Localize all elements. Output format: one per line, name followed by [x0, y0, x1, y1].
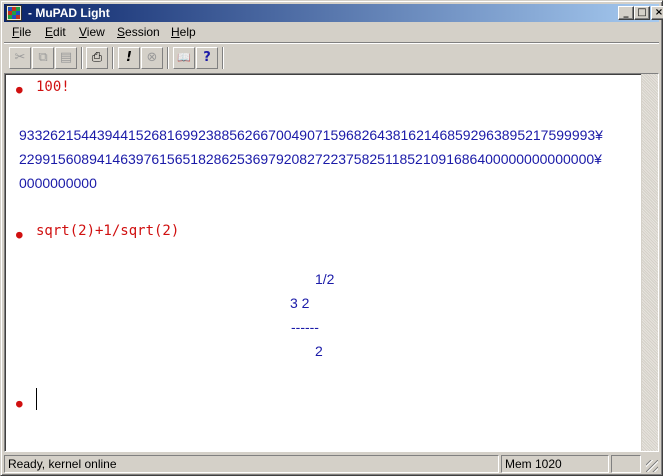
menu-file[interactable]: File	[12, 24, 31, 40]
fraction-bar: ------	[291, 319, 319, 335]
input-bullet-icon: ●	[16, 397, 23, 410]
close-icon: ×	[654, 7, 663, 18]
evaluate-button[interactable]: !	[118, 47, 140, 69]
toolbar: ✂ ⧉ ▤ ⎙ ! ⊗ 📖 ?	[4, 44, 659, 72]
close-button[interactable]: ×	[651, 6, 663, 20]
paste-button[interactable]: ▤	[55, 47, 77, 69]
minimize-button[interactable]: _	[618, 6, 634, 20]
notebook-area[interactable]: ● 100! 933262154439441526816992388562667…	[4, 73, 659, 452]
menu-help[interactable]: Help	[171, 24, 196, 40]
mupad-app-icon[interactable]	[6, 5, 22, 21]
input-bullet-icon: ●	[16, 83, 23, 96]
toolbar-divider	[167, 47, 169, 69]
cut-icon: ✂	[14, 50, 26, 65]
help-search-icon: ?	[203, 50, 211, 65]
fraction-exponent: 1/2	[315, 271, 335, 287]
stop-icon: ⊗	[146, 50, 158, 65]
toolbar-divider	[222, 47, 224, 69]
menu-edit[interactable]: Edit	[45, 24, 66, 40]
fraction-denominator: 2	[315, 343, 323, 359]
cut-button[interactable]: ✂	[9, 47, 31, 69]
menu-session[interactable]: Session	[117, 24, 160, 40]
resize-grip-icon[interactable]	[646, 460, 658, 472]
copy-icon: ⧉	[38, 50, 48, 65]
help-book-icon: 📖	[177, 51, 191, 64]
fraction-numerator: 3 2	[290, 295, 310, 311]
stop-button[interactable]: ⊗	[141, 47, 163, 69]
title-bar[interactable]: - MuPAD Light _ □ ×	[4, 4, 663, 22]
paste-icon: ▤	[59, 50, 73, 65]
menu-bar: File Edit View Session Help	[4, 23, 659, 41]
input-line[interactable]: sqrt(2)+1/sqrt(2)	[36, 223, 179, 239]
status-message: Ready, kernel online	[4, 455, 499, 473]
help-book-button[interactable]: 📖	[173, 47, 195, 69]
menu-view[interactable]: View	[79, 24, 105, 40]
window-title: - MuPAD Light	[28, 6, 110, 20]
output-line: 2299156089414639761565182862536979208272…	[19, 151, 602, 167]
minimize-icon: _	[623, 7, 629, 18]
text-caret	[36, 388, 37, 410]
output-line: 9332621544394415268169923885626670049071…	[19, 127, 603, 143]
input-bullet-icon: ●	[16, 228, 23, 241]
maximize-icon: □	[637, 7, 647, 18]
print-icon: ⎙	[91, 50, 103, 65]
status-extra	[611, 455, 641, 473]
print-button[interactable]: ⎙	[86, 47, 108, 69]
status-memory: Mem 1020	[501, 455, 609, 473]
output-line: 0000000000	[19, 175, 97, 191]
evaluate-icon: !	[126, 50, 132, 65]
toolbar-divider	[81, 47, 83, 69]
vertical-scrollbar[interactable]	[641, 74, 658, 451]
status-bar: Ready, kernel online Mem 1020	[4, 454, 659, 473]
maximize-button[interactable]: □	[634, 6, 650, 20]
help-search-button[interactable]: ?	[196, 47, 218, 69]
copy-button[interactable]: ⧉	[32, 47, 54, 69]
input-line[interactable]: 100!	[36, 79, 70, 95]
mupad-window: - MuPAD Light _ □ × File Edit View Sessi…	[0, 0, 663, 476]
toolbar-divider	[112, 47, 114, 69]
